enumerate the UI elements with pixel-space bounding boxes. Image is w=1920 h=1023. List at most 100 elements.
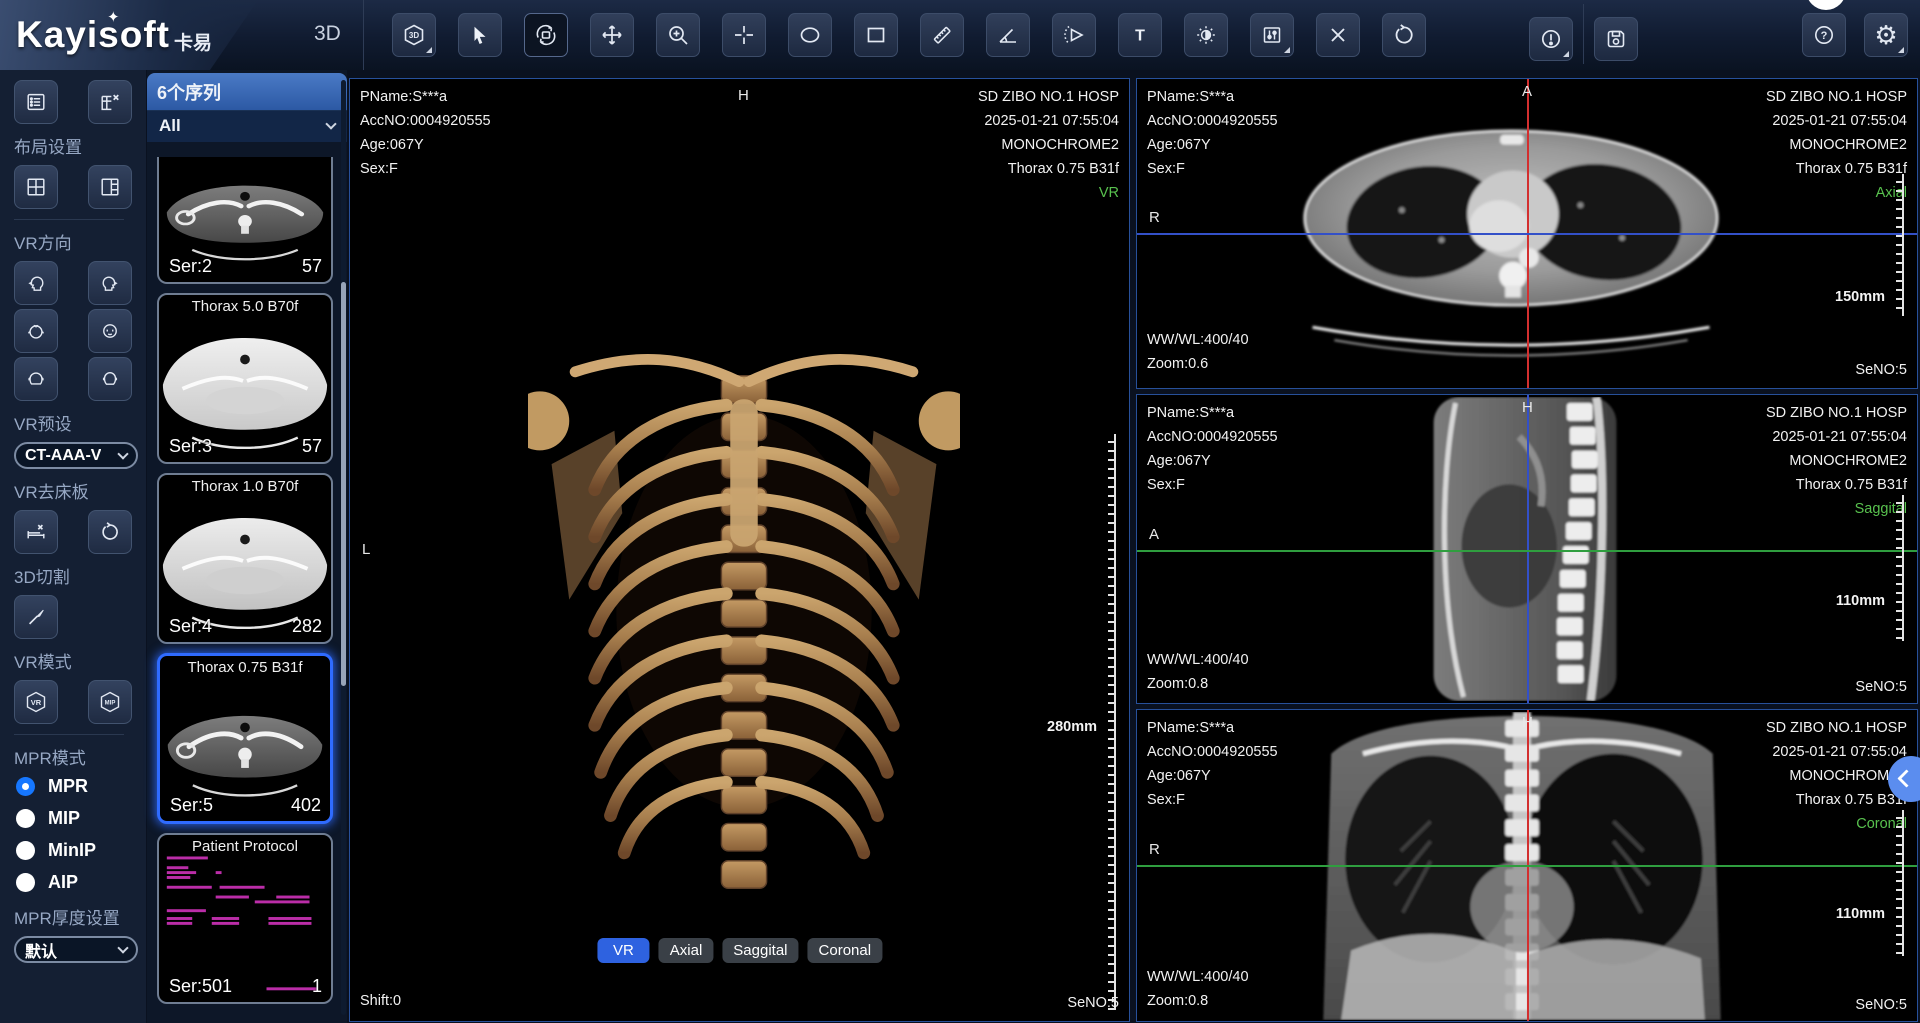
help-icon[interactable]: ? [1802, 13, 1846, 57]
cube-3d-icon[interactable]: 3D [392, 13, 436, 57]
seno-label: SeNO:5 [1855, 679, 1907, 695]
svg-text:T: T [1135, 28, 1145, 45]
study-info: SD ZIBO NO.1 HOSP 2025-01-21 07:55:04 MO… [1766, 401, 1907, 521]
radio-icon [16, 873, 35, 892]
crosshair-horizontal-green[interactable] [1137, 865, 1917, 867]
scale-ruler [1896, 810, 1904, 956]
orientation-top: H [738, 87, 749, 104]
vr-head-face-icon[interactable] [88, 309, 132, 353]
vr-head-right-icon[interactable] [88, 261, 132, 305]
series-thumb-ser5-selected[interactable]: Thorax 0.75 B31f Ser:5 402 [157, 653, 333, 824]
series-title: Patient Protocol [159, 838, 331, 855]
mode-label: 3D [314, 22, 341, 46]
series-thumb-ser4[interactable]: Thorax 1.0 B70f Ser:4 282 [157, 473, 333, 644]
remove-bed-icon[interactable] [14, 510, 58, 554]
vr-head-back-icon[interactable] [14, 357, 58, 401]
series-scrollbar[interactable] [341, 80, 346, 1015]
scalpel-icon[interactable] [14, 595, 58, 639]
window-presets-icon[interactable] [1250, 13, 1294, 57]
view-button-axial[interactable]: Axial [659, 938, 714, 963]
viewport-saggital[interactable]: PName:S***a AccNO:0004920555 Age:067Y Se… [1136, 394, 1918, 704]
series-count: 282 [292, 616, 322, 637]
orientation-left: R [1149, 209, 1160, 226]
mpr-radio-minip[interactable]: MinIP [16, 840, 146, 861]
bed-reset-icon[interactable] [88, 510, 132, 554]
settings-gear-icon[interactable]: ⚙ [1864, 13, 1908, 57]
view-button-vr[interactable]: VR [597, 938, 650, 963]
wwwl-zoom: WW/WL:400/40 Zoom:0.6 [1147, 328, 1249, 376]
scale-label: 280mm [1047, 719, 1097, 735]
series-filter-select[interactable]: All [147, 110, 347, 142]
cut-3d-label: 3D切割 [14, 563, 146, 588]
view-button-coronal[interactable]: Coronal [808, 938, 883, 963]
window-level-icon[interactable] [1184, 13, 1228, 57]
rectangle-roi-icon[interactable] [854, 13, 898, 57]
mpr-radio-aip[interactable]: AIP [16, 872, 146, 893]
mpr-thickness-select[interactable]: 默认 [14, 936, 138, 963]
series-thumb-ser2[interactable]: Ser:2 57 [157, 157, 333, 284]
crosshair-icon[interactable] [722, 13, 766, 57]
mip-hex-icon[interactable]: MIP [88, 680, 132, 724]
crosshair-horizontal-blue[interactable] [1137, 233, 1917, 235]
radio-icon [16, 809, 35, 828]
sidebar-divider [14, 734, 124, 735]
tool-group-right: ? ⚙ [1802, 13, 1908, 57]
radio-checked-icon [16, 777, 35, 796]
ruler-icon[interactable] [920, 13, 964, 57]
vr-direction-label: VR方向 [14, 229, 146, 254]
scale-ruler [1108, 434, 1116, 1010]
reset-view-icon[interactable] [1382, 13, 1426, 57]
chevron-down-icon [117, 448, 128, 459]
save-icon[interactable] [1594, 17, 1638, 61]
vr-head-left-icon[interactable] [14, 261, 58, 305]
perspective-icon[interactable] [1052, 13, 1096, 57]
grid-2x2-icon[interactable] [14, 165, 58, 209]
patient-info: PName:S***a AccNO:0004920555 Age:067Y Se… [1147, 401, 1278, 497]
orientation-top: H [1522, 714, 1533, 731]
viewport-axial[interactable]: PName:S***a AccNO:0004920555 Age:067Y Se… [1136, 78, 1918, 389]
vr-preset-value: CT-AAA-V [25, 447, 101, 465]
crosshair-vertical-blue[interactable] [1527, 395, 1529, 703]
vr-preset-label: VR预设 [14, 410, 146, 435]
layout-list-icon[interactable] [14, 80, 58, 124]
viewport-vr[interactable]: PName:S***a AccNO:0004920555 Age:067Y Se… [349, 78, 1130, 1022]
zoom-in-icon[interactable] [656, 13, 700, 57]
vr-preset-select[interactable]: CT-AAA-V [14, 442, 138, 469]
scale-ruler [1896, 174, 1904, 316]
seno-label: SeNO:5 [1855, 997, 1907, 1013]
orientation-top: A [1522, 83, 1532, 100]
wwwl-zoom: WW/WL:400/40 Zoom:0.8 [1147, 965, 1249, 1013]
cursor-icon[interactable] [458, 13, 502, 57]
vr-hex-icon[interactable]: VR [14, 680, 58, 724]
series-thumb-ser501[interactable]: Patient Protocol Ser:501 1 [157, 833, 333, 1004]
viewport-coronal[interactable]: PName:S***a AccNO:0004920555 Age:067Y Se… [1136, 709, 1918, 1022]
series-count: 402 [291, 795, 321, 816]
layout-close-icon[interactable] [88, 80, 132, 124]
mpr-radio-mpr[interactable]: MPR [16, 776, 146, 797]
delete-x-icon[interactable] [1316, 13, 1360, 57]
series-count: 1 [312, 976, 322, 997]
series-ser-label: Ser:501 [169, 976, 232, 997]
pan-icon[interactable] [590, 13, 634, 57]
crosshair-horizontal-green[interactable] [1137, 550, 1917, 552]
avatar[interactable] [1806, 0, 1846, 10]
series-thumb-ser3[interactable]: Thorax 5.0 B70f Ser:3 57 [157, 293, 333, 464]
report-info-icon[interactable] [1529, 17, 1573, 61]
angle-icon[interactable] [986, 13, 1030, 57]
view-button-saggital[interactable]: Saggital [722, 938, 798, 963]
ellipse-roi-icon[interactable] [788, 13, 832, 57]
series-header: 6个序列 All [147, 73, 347, 142]
rotate-3d-icon[interactable] [524, 13, 568, 57]
text-annotation-icon[interactable]: T [1118, 13, 1162, 57]
mpr-radio-mip[interactable]: MIP [16, 808, 146, 829]
patient-accno: AccNO:0004920555 [360, 109, 491, 133]
layout-split-icon[interactable] [88, 165, 132, 209]
vr-head-top-icon[interactable] [14, 309, 58, 353]
scrollbar-thumb[interactable] [341, 282, 346, 686]
top-toolbar: Kayisoft 卡易 ✦ 3D 3D [0, 0, 1920, 70]
seno-label: SeNO:5 [1067, 995, 1119, 1011]
vr-head-front-icon[interactable] [88, 357, 132, 401]
series-ser-label: Ser:3 [169, 436, 212, 457]
study-info: SD ZIBO NO.1 HOSP 2025-01-21 07:55:04 MO… [978, 85, 1119, 205]
patient-info: PName:S***a AccNO:0004920555 Age:067Y Se… [1147, 85, 1278, 181]
